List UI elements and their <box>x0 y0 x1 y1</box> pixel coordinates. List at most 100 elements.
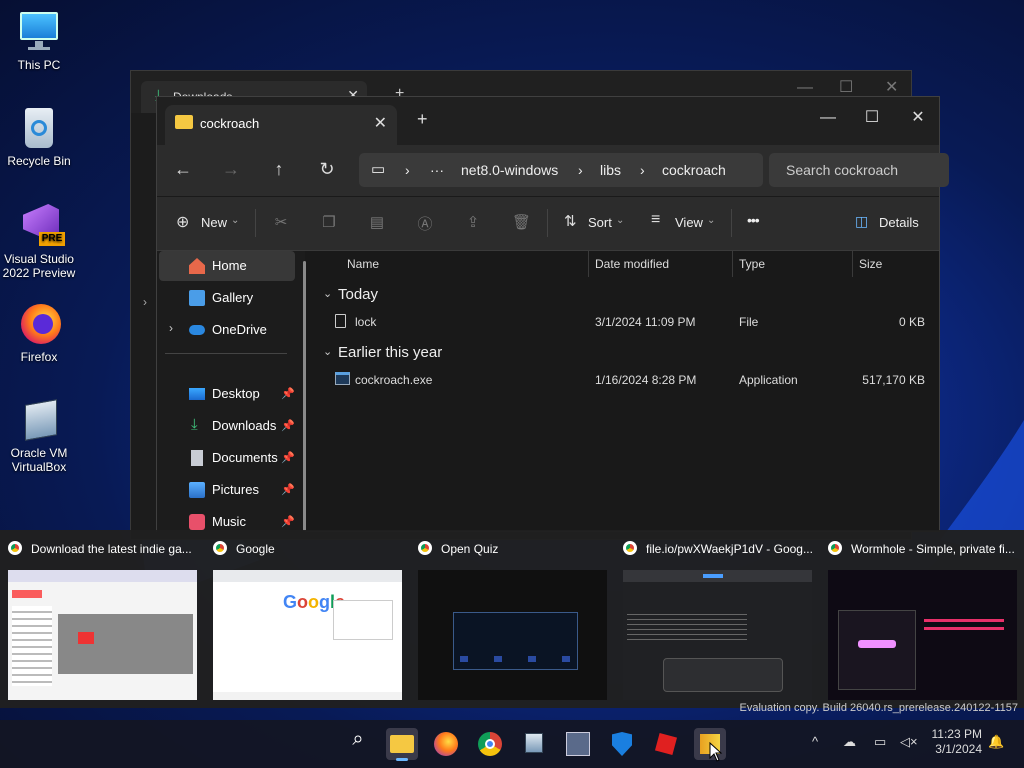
ellipsis-icon[interactable]: ··· <box>430 162 444 178</box>
file-explorer-window[interactable]: cockroach ✕ + — ☐ ✕ ← → ↑ ↻ ▭ › ··· net8… <box>156 96 949 533</box>
nav-item-desktop[interactable]: Desktop 📌 <box>159 379 295 409</box>
preview-title: Google <box>236 542 275 556</box>
desktop-icon-this-pc[interactable]: This PC <box>1 10 77 72</box>
desktop-icon-virtualbox[interactable]: Oracle VM VirtualBox <box>1 398 77 474</box>
search-input[interactable]: Search cockroach <box>769 153 949 187</box>
chevron-right-icon[interactable]: › <box>143 295 147 309</box>
close-tab-icon[interactable]: ✕ <box>374 113 387 133</box>
pin-icon[interactable]: 📌 <box>281 419 295 432</box>
preview-thumbnail <box>418 570 607 700</box>
close-window-icon[interactable]: ✕ <box>885 77 898 97</box>
virtualbox-taskbar-icon[interactable] <box>518 728 550 760</box>
nav-label: Home <box>212 258 247 273</box>
pin-icon[interactable]: 📌 <box>281 515 295 528</box>
tab-cockroach[interactable]: cockroach ✕ <box>165 105 397 145</box>
details-button[interactable]: Details <box>879 215 919 230</box>
app-taskbar-icon[interactable] <box>562 728 594 760</box>
file-explorer-taskbar-icon[interactable] <box>386 728 418 761</box>
sort-icon: ⇅ <box>564 213 577 230</box>
breadcrumb-item[interactable]: libs <box>600 162 621 178</box>
column-header-size[interactable]: Size <box>859 251 882 279</box>
pin-icon[interactable]: 📌 <box>281 387 295 400</box>
delete-icon[interactable]: 🗑 <box>512 213 531 231</box>
preview-window[interactable]: Wormhole - Simple, private fi... <box>820 530 1020 708</box>
roblox-taskbar-icon[interactable] <box>650 728 682 760</box>
desktop-icon-label: Recycle Bin <box>7 154 71 168</box>
chevron-right-icon[interactable]: › <box>169 321 173 335</box>
preview-window[interactable]: file.io/pwXWaekjP1dV - Goog... <box>615 530 815 708</box>
nav-label: Downloads <box>212 418 277 433</box>
minimize-icon[interactable]: — <box>797 79 813 97</box>
chevron-down-icon: ⌄ <box>231 215 240 226</box>
chevron-down-icon[interactable]: ⌄ <box>323 287 332 300</box>
nav-item-onedrive[interactable]: › OneDrive <box>159 315 295 345</box>
file-type: Application <box>739 373 798 387</box>
maximize-icon[interactable]: ☐ <box>839 77 853 97</box>
new-tab-icon[interactable]: + <box>417 109 428 130</box>
column-header-name[interactable]: Name <box>347 251 379 279</box>
music-icon <box>189 514 205 530</box>
group-header: Earlier this year <box>338 344 443 361</box>
divider <box>255 209 256 237</box>
monitor-icon <box>17 10 61 54</box>
breadcrumb-item[interactable]: cockroach <box>662 162 726 178</box>
preview-window[interactable]: Google Google <box>205 530 405 708</box>
minimize-icon[interactable]: — <box>805 103 851 133</box>
view-button[interactable]: View <box>675 215 703 230</box>
nav-item-documents[interactable]: Documents 📌 <box>159 443 295 473</box>
pin-icon[interactable]: 📌 <box>281 451 295 464</box>
chevron-up-icon[interactable]: ^ <box>812 734 818 749</box>
nav-label: Documents <box>212 450 278 465</box>
desktop-icon-visual-studio[interactable]: PRE Visual Studio 2022 Preview <box>1 204 77 280</box>
rename-icon[interactable]: Ⓐ <box>416 213 434 233</box>
chevron-down-icon[interactable]: ⌄ <box>323 345 332 358</box>
home-icon <box>189 258 205 274</box>
refresh-icon[interactable]: ↻ <box>314 159 340 180</box>
table-row[interactable]: cockroach.exe 1/16/2024 8:28 PM Applicat… <box>315 367 935 395</box>
share-icon[interactable]: ⇪ <box>464 213 482 231</box>
breadcrumb-item[interactable]: net8.0-windows <box>461 162 558 178</box>
preview-title: file.io/pwXWaekjP1dV - Goog... <box>646 542 813 556</box>
address-bar[interactable]: ▭ › ··· net8.0-windows › libs › cockroac… <box>359 153 763 187</box>
back-arrow-icon[interactable]: ← <box>170 159 196 180</box>
firefox-taskbar-icon[interactable] <box>430 728 462 760</box>
up-arrow-icon[interactable]: ↑ <box>266 159 292 180</box>
paste-icon[interactable]: ▤ <box>368 213 386 231</box>
cut-icon[interactable]: ✂ <box>272 213 290 231</box>
preview-thumbnail <box>828 570 1017 700</box>
divider <box>165 353 287 354</box>
notification-bell-icon[interactable]: 🔔 <box>988 734 1004 750</box>
onedrive-icon[interactable]: ☁ <box>843 734 856 750</box>
search-icon[interactable]: ⌕ <box>342 728 374 760</box>
pin-icon[interactable]: 📌 <box>281 483 295 496</box>
plus-circle-icon: ⊕ <box>176 214 190 231</box>
chrome-icon <box>8 541 22 555</box>
scrollbar[interactable] <box>303 261 306 531</box>
chrome-taskbar-icon[interactable] <box>474 728 506 760</box>
new-button[interactable]: New <box>201 215 227 230</box>
desktop-icon-recycle-bin[interactable]: Recycle Bin <box>1 106 77 168</box>
column-header-date[interactable]: Date modified <box>595 251 669 279</box>
copy-icon[interactable]: ❐ <box>320 213 338 231</box>
table-row[interactable]: lock 3/1/2024 11:09 PM File 0 KB <box>315 309 935 337</box>
nav-item-downloads[interactable]: ⤓ Downloads 📌 <box>159 411 295 441</box>
preview-window[interactable]: Open Quiz <box>410 530 610 708</box>
chevron-right-icon: › <box>578 162 583 178</box>
more-options-button[interactable]: ••• <box>747 212 760 228</box>
preview-window[interactable]: Download the latest indie ga... <box>0 530 200 708</box>
chrome-icon <box>623 541 637 555</box>
nav-item-home[interactable]: Home <box>159 251 295 281</box>
clock[interactable]: 11:23 PM 3/1/2024 <box>930 727 982 757</box>
network-icon[interactable]: ▭ <box>874 734 886 750</box>
column-header-type[interactable]: Type <box>739 251 765 279</box>
volume-icon[interactable]: ◁× <box>900 734 918 750</box>
close-window-icon[interactable]: ✕ <box>895 103 941 133</box>
folder-icon <box>175 115 193 129</box>
defender-taskbar-icon[interactable] <box>606 728 638 760</box>
desktop-icon-firefox[interactable]: Firefox <box>1 302 77 364</box>
sort-button[interactable]: Sort <box>588 215 612 230</box>
nav-item-pictures[interactable]: Pictures 📌 <box>159 475 295 505</box>
nav-item-gallery[interactable]: Gallery <box>159 283 295 313</box>
forward-arrow-icon[interactable]: → <box>218 159 244 180</box>
maximize-icon[interactable]: ☐ <box>849 103 895 133</box>
